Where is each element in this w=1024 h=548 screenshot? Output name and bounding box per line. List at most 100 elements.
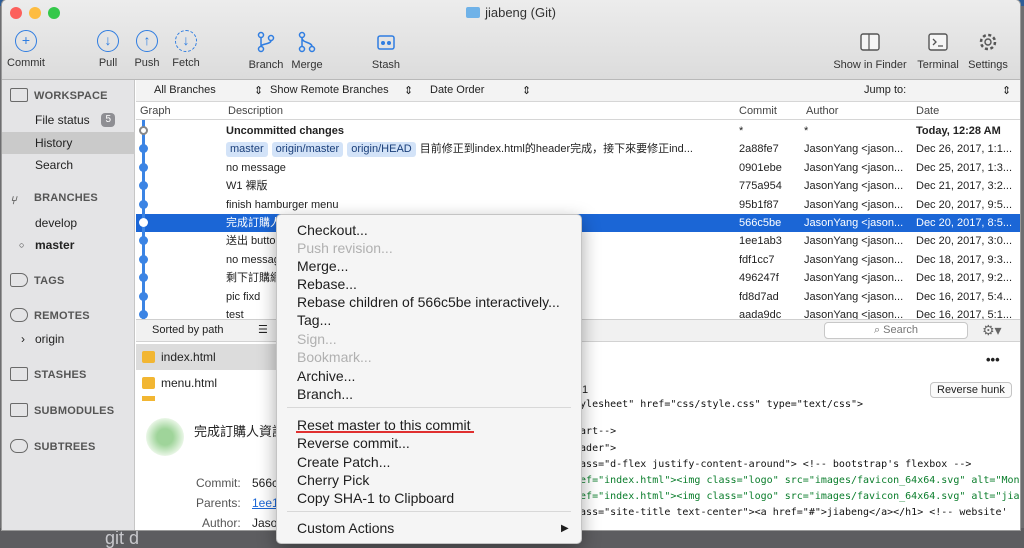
commit-date: Dec 20, 2017, 9:5... (916, 198, 1013, 211)
menu-item[interactable]: Cherry Pick (277, 471, 581, 489)
merge-button[interactable]: Merge (288, 30, 326, 71)
menu-item[interactable]: Rebase children of 566c5be interactively… (277, 293, 581, 311)
subtree-icon (10, 439, 28, 453)
diff-line: class="site-title text-center"><a href="… (568, 507, 1008, 518)
sidebar-item-master[interactable]: ○ master (2, 234, 135, 256)
commit-date: Dec 20, 2017, 8:5... (916, 217, 1013, 229)
sidebar-item-file-status[interactable]: File status 5 (2, 109, 135, 131)
modified-file-icon (142, 377, 155, 389)
commit-node (139, 254, 148, 264)
fetch-button[interactable]: ↓ Fetch (168, 30, 204, 69)
chevron-right-icon: › (21, 332, 25, 346)
description-text: 完成訂購人 (226, 217, 281, 229)
col-graph[interactable]: Graph (140, 105, 171, 117)
branch-button[interactable]: Branch (246, 30, 286, 71)
commit-date: Dec 20, 2017, 3:0... (916, 235, 1013, 248)
commit-row[interactable]: Uncommitted changes * * Today, 12:28 AM (136, 122, 1020, 140)
commit-value: 566c (252, 476, 279, 490)
subtrees-header[interactable]: SUBTREES (10, 439, 96, 453)
column-header: Graph Description Commit Author Date (136, 102, 1020, 120)
description-text: no messag (226, 253, 280, 266)
commit-date: Today, 12:28 AM (916, 125, 1001, 137)
commit-author: JasonYang <jason... (804, 235, 904, 248)
all-branches-select[interactable]: All Branches (154, 84, 216, 96)
file-item[interactable]: index.html (136, 344, 276, 370)
menu-item[interactable]: Rebase... (277, 275, 581, 293)
diff-line: stylesheet" href="css/style.css" type="t… (568, 399, 864, 410)
remotes-header[interactable]: REMOTES (10, 308, 90, 322)
title-bar: jiabeng (Git) + Commit ↓ Pull ↑ Push ↓ Fetch… (2, 0, 1020, 80)
push-button[interactable]: ↑ Push (132, 30, 162, 69)
show-in-finder-button[interactable]: Show in Finder (828, 30, 912, 71)
menu-item[interactable]: Create Patch... (277, 453, 581, 471)
sidebar-item-search[interactable]: Search (2, 154, 135, 176)
commit-author: JasonYang <jason... (804, 253, 904, 266)
sidebar-item-develop[interactable]: develop (2, 212, 135, 234)
commit-date: Dec 21, 2017, 3:2... (916, 180, 1013, 193)
arrow-up-icon: ↑ (136, 30, 158, 52)
commit-description: 完成訂購人 (226, 214, 281, 232)
menu-item[interactable]: Merge... (277, 257, 581, 275)
avatar (146, 418, 184, 456)
menu-item[interactable]: Branch... (277, 385, 581, 403)
file-item[interactable]: menu.html (136, 370, 276, 396)
commit-node (139, 310, 148, 319)
menu-item: Push revision... (297, 240, 393, 256)
list-options-icon[interactable]: ☰ (258, 323, 268, 336)
stash-button[interactable]: Stash (366, 30, 406, 71)
menu-item: Sign... (297, 331, 337, 347)
description-text: 目前修正到index.html的header完成，接下來要修正ind... (419, 143, 693, 156)
branch-icon (254, 30, 278, 54)
commit-description: no message (226, 159, 286, 177)
commit-row[interactable]: W1 裸版 775a954 JasonYang <jason... Dec 21, 2… (136, 177, 1020, 195)
branches-header[interactable]: ⑂ BRANCHES (10, 192, 98, 209)
chevron-updown-icon: ⇕ (404, 85, 414, 97)
show-remote-branches-select[interactable]: Show Remote Branches (270, 84, 389, 96)
date-order-select[interactable]: Date Order (430, 84, 484, 96)
menu-item[interactable]: Checkout... (277, 221, 581, 239)
menu-item[interactable]: Reverse commit... (277, 434, 581, 452)
sidebar-item-history[interactable]: History (2, 132, 135, 154)
jump-to-select[interactable]: ⇕ (1002, 84, 1011, 97)
commit-description: pic fixd (226, 288, 260, 306)
col-author[interactable]: Author (806, 105, 838, 117)
commit-node (139, 199, 148, 209)
workspace-header: WORKSPACE (10, 88, 108, 102)
description-text: 送出 butto (226, 235, 276, 248)
commit-author: JasonYang <jason... (804, 272, 904, 285)
background-caption: git d (105, 528, 140, 548)
settings-button[interactable]: Settings (964, 30, 1012, 71)
menu-item[interactable]: Copy SHA-1 to Clipboard (277, 489, 581, 507)
branch-tag[interactable]: master (226, 142, 268, 158)
description-text: 剩下訂購網 (226, 272, 281, 285)
modified-file-icon (142, 396, 155, 401)
gear-menu-icon[interactable]: ⚙▾ (982, 322, 1002, 339)
menu-item: Bookmark... (297, 349, 372, 365)
search-field[interactable]: ⌕ Search (824, 322, 968, 339)
commit-button[interactable]: + Commit (4, 30, 48, 69)
sort-select[interactable]: Sorted by path (152, 324, 224, 336)
branch-tag[interactable]: origin/master (271, 142, 344, 158)
more-options-button[interactable]: ••• (986, 352, 1000, 367)
commit-row[interactable]: finish hamburger menu 95b1f87 JasonYang <j… (136, 196, 1020, 214)
stashes-header[interactable]: STASHES (10, 367, 87, 381)
pull-button[interactable]: ↓ Pull (94, 30, 122, 69)
terminal-icon (926, 30, 950, 54)
sidebar-item-origin[interactable]: › origin (2, 328, 135, 350)
submodules-header[interactable]: SUBMODULES (10, 403, 114, 417)
menu-item[interactable]: Custom Actions (277, 519, 581, 537)
menu-item[interactable]: Tag... (277, 311, 581, 329)
terminal-button[interactable]: Terminal (914, 30, 962, 71)
tags-header[interactable]: TAGS (10, 273, 65, 287)
commit-description: master origin/master origin/HEAD 目前修正到index… (226, 140, 693, 158)
parent-link[interactable]: 1ee1 (252, 496, 279, 510)
branch-tag[interactable]: origin/HEAD (347, 142, 416, 158)
reverse-hunk-button[interactable]: Reverse hunk (930, 382, 1012, 398)
commit-row[interactable]: master origin/master origin/HEAD 目前修正到index… (136, 140, 1020, 158)
menu-item[interactable]: Archive... (277, 367, 581, 385)
commit-row[interactable]: no message 0901ebe JasonYang <jason... Dec … (136, 159, 1020, 177)
col-description[interactable]: Description (228, 105, 283, 117)
col-date[interactable]: Date (916, 105, 939, 117)
commit-date: Dec 18, 2017, 9:3... (916, 253, 1013, 266)
col-commit[interactable]: Commit (739, 105, 777, 117)
